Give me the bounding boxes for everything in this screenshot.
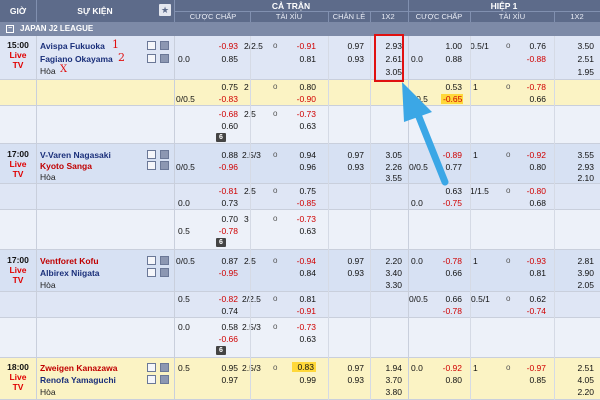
pointer-arrow-icon: [402, 82, 449, 186]
odds-table: GIỜ SỰ KIỆN ★ CẢ TRẬN CƯỢC CHẤP TÀI XỈU …: [0, 0, 600, 400]
